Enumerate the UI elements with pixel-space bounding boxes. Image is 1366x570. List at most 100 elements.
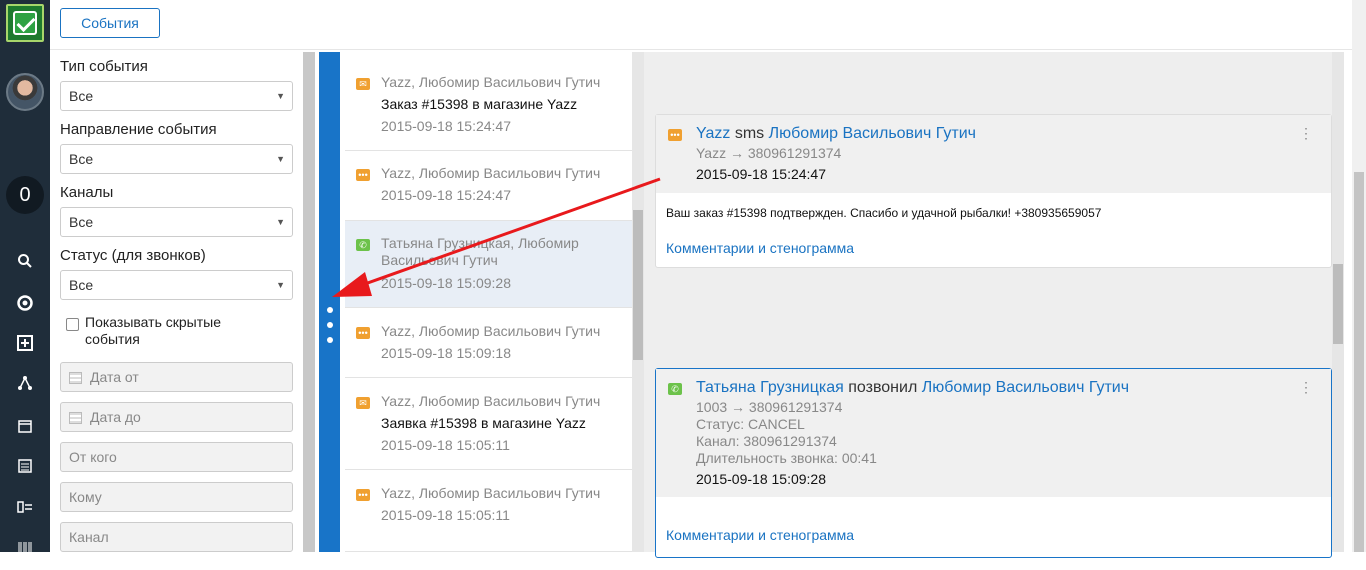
splitter-handle-dot[interactable]	[327, 337, 333, 343]
event-action: sms	[734, 125, 765, 142]
recipient-link[interactable]: Любомир Васильович Гутич	[922, 379, 1129, 396]
event-time: 2015-09-18 15:24:47	[381, 187, 511, 203]
channels-value: Все	[69, 214, 94, 230]
nav-rail: 0	[0, 0, 50, 554]
check-icon	[13, 11, 37, 35]
list-item[interactable]: ••• Yazz, Любомир Васильович Гутич 2015-…	[345, 470, 632, 552]
event-time: 2015-09-18 15:09:28	[381, 275, 511, 291]
sms-event-card: ••• Yazz sms Любомир Васильович Гутич ⋮ …	[655, 114, 1332, 268]
status-value: Все	[69, 277, 94, 293]
comments-link[interactable]: Комментарии и стенограмма	[666, 527, 854, 543]
phone-icon: ✆	[668, 383, 682, 395]
event-action: позвонил	[848, 379, 918, 396]
filter-panel: Тип события Все ▼ Направление события Вс…	[50, 52, 303, 552]
chevron-down-icon: ▼	[276, 91, 285, 101]
event-participants: Yazz, Любомир Васильович Гутич	[381, 323, 601, 339]
call-status: Статус: CANCEL	[696, 416, 805, 432]
details-scrollbar-thumb[interactable]	[1333, 264, 1343, 344]
splitter-handle-dot[interactable]	[327, 322, 333, 328]
top-bar: События	[50, 0, 1366, 50]
sender-link[interactable]: Yazz	[696, 125, 730, 142]
event-details: ••• Yazz sms Любомир Васильович Гутич ⋮ …	[644, 52, 1332, 558]
phone-icon: ✆	[356, 239, 370, 251]
chevron-down-icon: ▼	[276, 217, 285, 227]
channels-label: Каналы	[60, 184, 114, 201]
barcode-icon[interactable]	[0, 530, 50, 570]
date-to-field[interactable]: Дата до	[60, 402, 293, 432]
to-field[interactable]: Кому	[60, 482, 293, 512]
call-event-card: ✆ Татьяна Грузницкая позвонил Любомир Ва…	[655, 368, 1332, 558]
filter-scrollbar[interactable]	[303, 52, 315, 552]
card-title: Yazz sms Любомир Васильович Гутич	[696, 125, 976, 143]
event-participants: Татьяна Грузницкая, Любомир Васильович Г…	[381, 235, 579, 268]
calendar-icon	[69, 372, 82, 385]
event-type-label: Тип события	[60, 58, 148, 75]
from-field[interactable]: От кого	[60, 442, 293, 472]
sms-icon: •••	[356, 169, 370, 181]
direction-label: Направление события	[60, 121, 217, 138]
email-icon: ✉	[356, 78, 370, 90]
card-title: Татьяна Грузницкая позвонил Любомир Васи…	[696, 379, 1129, 397]
list-item[interactable]: ••• Yazz, Любомир Васильович Гутич 2015-…	[345, 151, 632, 221]
show-hidden-checkbox[interactable]	[66, 318, 79, 331]
direction-value: Все	[69, 151, 94, 167]
status-select[interactable]: Все ▼	[60, 270, 293, 300]
event-participants: Yazz, Любомир Васильович Гутич	[381, 74, 601, 90]
share-icon[interactable]	[0, 367, 50, 407]
event-time: 2015-09-18 15:05:11	[381, 437, 510, 453]
list-item[interactable]: ••• Yazz, Любомир Васильович Гутич 2015-…	[345, 308, 632, 378]
channels-select[interactable]: Все ▼	[60, 207, 293, 237]
comments-link[interactable]: Комментарии и стенограмма	[666, 240, 854, 256]
event-participants: Yazz, Любомир Васильович Гутич	[381, 393, 601, 409]
list-item[interactable]: ✆ Татьяна Грузницкая, Любомир Васильович…	[345, 221, 632, 308]
more-options-icon[interactable]: ⋮	[1299, 125, 1313, 142]
status-label: Статус (для звонков)	[60, 247, 206, 264]
date-from-placeholder: Дата от	[90, 369, 139, 385]
event-type-select[interactable]: Все ▼	[60, 81, 293, 111]
more-options-icon[interactable]: ⋮	[1299, 379, 1313, 396]
date-from-field[interactable]: Дата от	[60, 362, 293, 392]
direction-select[interactable]: Все ▼	[60, 144, 293, 174]
event-time: 2015-09-18 15:24:47	[381, 118, 511, 134]
list-scrollbar-thumb[interactable]	[633, 210, 643, 360]
route: 1003 → 380961291374	[696, 399, 843, 415]
splitter-handle-dot[interactable]	[327, 307, 333, 313]
date-to-placeholder: Дата до	[90, 409, 141, 425]
event-time: 2015-09-18 15:24:47	[696, 166, 826, 182]
message-body: Ваш заказ #15398 подтвержден. Спасибо и …	[666, 206, 1102, 220]
event-participants: Yazz, Любомир Васильович Гутич	[381, 485, 601, 501]
event-subject: Заявка #15398 в магазине Yazz	[381, 415, 586, 431]
page-scrollbar-thumb[interactable]	[1354, 172, 1364, 552]
support-icon[interactable]	[0, 287, 50, 327]
list-item[interactable]: ✉ Yazz, Любомир Васильович Гутич Заявка …	[345, 378, 632, 470]
calendar-icon[interactable]	[0, 409, 50, 449]
panel-splitter[interactable]	[319, 52, 340, 552]
list-icon[interactable]	[0, 449, 50, 489]
events-button[interactable]: События	[60, 8, 160, 38]
notification-counter[interactable]: 0	[6, 176, 44, 214]
email-icon: ✉	[356, 397, 370, 409]
transfer-icon[interactable]	[0, 490, 50, 530]
event-time: 2015-09-18 15:09:18	[381, 345, 511, 361]
sms-icon: •••	[356, 489, 370, 501]
call-duration: Длительность звонка: 00:41	[696, 450, 877, 466]
event-type-value: Все	[69, 88, 94, 104]
recipient-link[interactable]: Любомир Васильович Гутич	[769, 125, 976, 142]
event-participants: Yazz, Любомир Васильович Гутич	[381, 165, 601, 181]
sms-icon: •••	[668, 129, 682, 141]
channel-field[interactable]: Канал	[60, 522, 293, 552]
user-avatar[interactable]	[6, 73, 44, 111]
show-hidden-label: Показывать скрытые события	[85, 314, 221, 347]
event-time: 2015-09-18 15:05:11	[381, 507, 510, 523]
list-item[interactable]: ✉ Yazz, Любомир Васильович Гутич Заказ #…	[345, 52, 632, 151]
chevron-down-icon: ▼	[276, 154, 285, 164]
add-icon[interactable]	[0, 327, 50, 367]
event-subject: Заказ #15398 в магазине Yazz	[381, 96, 578, 112]
route: Yazz → 380961291374	[696, 145, 842, 161]
calendar-icon	[69, 412, 82, 425]
events-list: ✉ Yazz, Любомир Васильович Гутич Заказ #…	[345, 52, 632, 552]
app-logo[interactable]	[6, 4, 44, 42]
search-icon[interactable]	[0, 245, 50, 285]
caller-link[interactable]: Татьяна Грузницкая	[696, 379, 844, 396]
call-channel: Канал: 380961291374	[696, 433, 837, 449]
